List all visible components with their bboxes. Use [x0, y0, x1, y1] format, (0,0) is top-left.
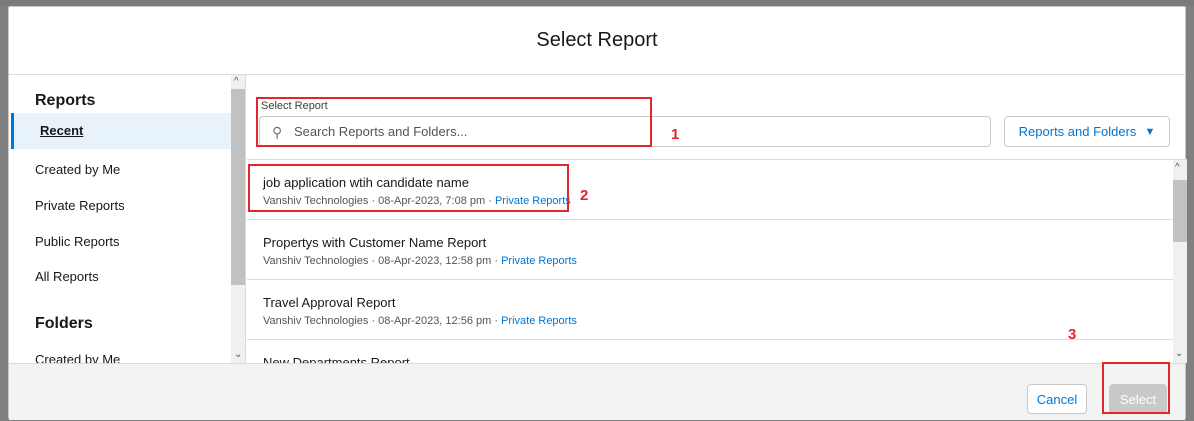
sidebar-scrollbar-thumb[interactable]: [231, 89, 245, 285]
annotation-number: 2: [580, 187, 589, 204]
caret-down-icon: ▼: [1144, 125, 1156, 138]
sidebar-item-public-reports[interactable]: Public Reports: [35, 234, 120, 249]
sidebar-item-created-by-me[interactable]: Created by Me: [35, 162, 120, 177]
report-folder-link[interactable]: Private Reports: [501, 255, 577, 267]
annotation-box-report: [248, 164, 569, 212]
report-meta: Vanshiv Technologies · 08-Apr-2023, 12:5…: [263, 315, 577, 327]
scroll-up-icon[interactable]: ^: [1175, 162, 1180, 173]
scroll-up-icon[interactable]: ^: [234, 76, 239, 87]
list-item[interactable]: Travel Approval Report Vanshiv Technolog…: [247, 280, 1173, 340]
report-meta-text: Vanshiv Technologies · 08-Apr-2023, 12:5…: [263, 315, 502, 327]
report-title[interactable]: Propertys with Customer Name Report: [263, 235, 486, 250]
reports-and-folders-dropdown[interactable]: Reports and Folders ▼: [1004, 116, 1170, 147]
cancel-button[interactable]: Cancel: [1027, 384, 1087, 414]
list-item[interactable]: Propertys with Customer Name Report Vans…: [247, 220, 1173, 280]
scroll-down-icon[interactable]: ⌄: [1175, 348, 1183, 359]
scroll-down-icon[interactable]: ⌄: [234, 349, 242, 360]
select-report-modal: Select Report Reports Recent Created by …: [8, 6, 1187, 420]
sidebar-item-recent[interactable]: Recent: [11, 113, 231, 149]
list-item[interactable]: New Departments Report: [247, 340, 1173, 363]
folders-heading: Folders: [35, 315, 93, 332]
annotation-number: 3: [1068, 326, 1077, 343]
report-title[interactable]: Travel Approval Report: [263, 295, 395, 310]
sidebar-item-private-reports[interactable]: Private Reports: [35, 198, 125, 213]
sidebar-item-all-reports[interactable]: All Reports: [35, 269, 99, 284]
report-folder-link[interactable]: Private Reports: [501, 315, 577, 327]
results-scrollbar-thumb[interactable]: [1173, 180, 1187, 242]
annotation-box-select: [1102, 362, 1170, 414]
reports-heading: Reports: [35, 92, 96, 109]
report-meta: Vanshiv Technologies · 08-Apr-2023, 12:5…: [263, 255, 577, 267]
report-meta-text: Vanshiv Technologies · 08-Apr-2023, 12:5…: [263, 255, 502, 267]
annotation-number: 1: [671, 126, 680, 143]
filter-label: Reports and Folders: [1018, 124, 1137, 139]
modal-footer: Cancel Select: [9, 363, 1185, 420]
sidebar: Reports Recent Created by Me Private Rep…: [9, 75, 246, 363]
modal-title: Select Report: [536, 29, 658, 51]
annotation-box-search: [256, 97, 652, 147]
report-title[interactable]: New Departments Report: [263, 355, 410, 363]
modal-header: Select Report: [9, 7, 1185, 75]
sidebar-item-folder-created-by-me[interactable]: Created by Me: [35, 352, 120, 363]
